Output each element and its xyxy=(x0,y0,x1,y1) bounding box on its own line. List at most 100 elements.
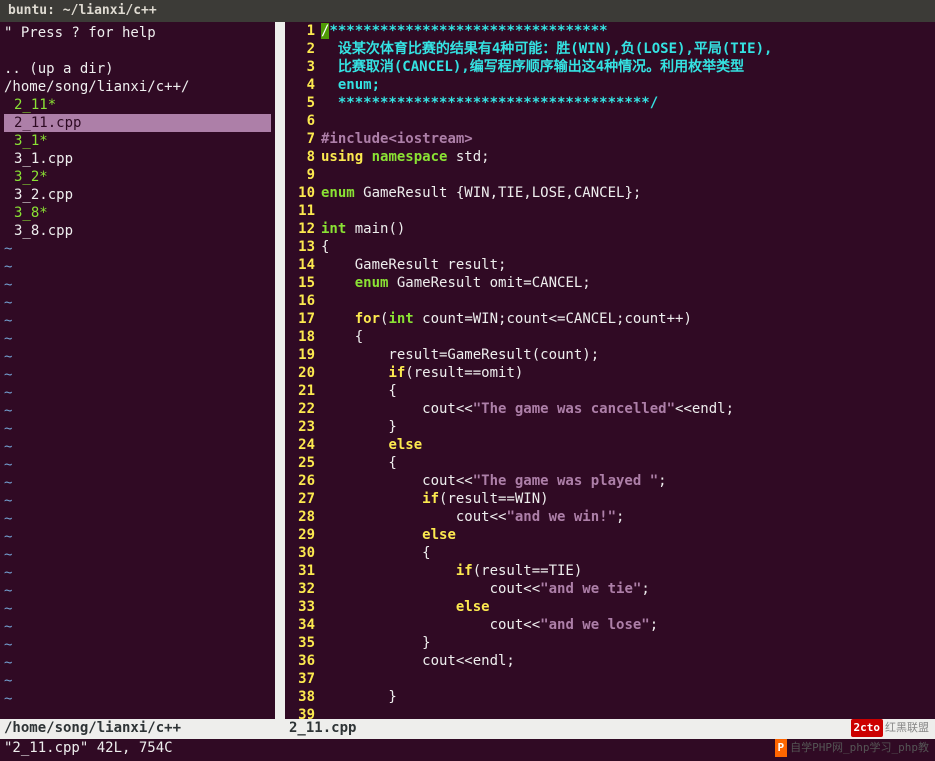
tilde-lines: ~~~~~~~~~~~~~~~~~~~~~~~~~~ xyxy=(4,240,271,708)
code-line[interactable]: cout<<"and we win!"; xyxy=(321,508,935,526)
code-line[interactable]: if(result==TIE) xyxy=(321,562,935,580)
line-number: 4 xyxy=(285,76,315,94)
line-number: 31 xyxy=(285,562,315,580)
tilde-line: ~ xyxy=(4,618,271,636)
line-number: 39 xyxy=(285,706,315,724)
code-area[interactable]: /********************************* 设某次体育… xyxy=(321,22,935,719)
code-line[interactable]: 设某次体育比赛的结果有4种可能：胜(WIN),负(LOSE),平局(TIE), xyxy=(321,40,935,58)
code-line[interactable]: else xyxy=(321,436,935,454)
code-line[interactable]: cout<<"and we tie"; xyxy=(321,580,935,598)
code-line[interactable]: result=GameResult(count); xyxy=(321,346,935,364)
line-number: 20 xyxy=(285,364,315,382)
tilde-line: ~ xyxy=(4,636,271,654)
tilde-line: ~ xyxy=(4,240,271,258)
file-item[interactable]: 3_1.cpp xyxy=(4,150,271,168)
file-item[interactable]: 3_2* xyxy=(4,168,271,186)
tilde-line: ~ xyxy=(4,600,271,618)
line-number: 10 xyxy=(285,184,315,202)
code-line[interactable]: enum; xyxy=(321,76,935,94)
code-line[interactable]: enum GameResult omit=CANCEL; xyxy=(321,274,935,292)
line-number: 8 xyxy=(285,148,315,166)
file-list: 2_11*2_11.cpp3_1*3_1.cpp3_2*3_2.cpp3_8*3… xyxy=(4,96,271,240)
tilde-line: ~ xyxy=(4,564,271,582)
code-line[interactable]: } xyxy=(321,418,935,436)
line-number: 35 xyxy=(285,634,315,652)
line-number: 27 xyxy=(285,490,315,508)
code-line[interactable]: { xyxy=(321,238,935,256)
tilde-line: ~ xyxy=(4,690,271,708)
code-line[interactable]: cout<<endl; xyxy=(321,652,935,670)
status-left: /home/song/lianxi/c++ xyxy=(0,719,285,739)
code-line[interactable]: { xyxy=(321,544,935,562)
code-line[interactable]: GameResult result; xyxy=(321,256,935,274)
code-line[interactable]: { xyxy=(321,454,935,472)
file-item[interactable]: 3_2.cpp xyxy=(4,186,271,204)
file-item[interactable]: 3_1* xyxy=(4,132,271,150)
code-line[interactable]: cout<<"The game was cancelled"<<endl; xyxy=(321,400,935,418)
code-line[interactable]: { xyxy=(321,382,935,400)
tilde-line: ~ xyxy=(4,420,271,438)
tilde-line: ~ xyxy=(4,528,271,546)
code-line[interactable] xyxy=(321,706,935,724)
editor-pane[interactable]: 1234567891011121314151617181920212223242… xyxy=(285,22,935,719)
line-number: 24 xyxy=(285,436,315,454)
tilde-line: ~ xyxy=(4,510,271,528)
file-item[interactable]: 2_11* xyxy=(4,96,271,114)
code-line[interactable]: enum GameResult {WIN,TIE,LOSE,CANCEL}; xyxy=(321,184,935,202)
line-number: 12 xyxy=(285,220,315,238)
file-item[interactable]: 2_11.cpp xyxy=(4,114,271,132)
pane-divider[interactable] xyxy=(275,22,285,719)
tilde-line: ~ xyxy=(4,492,271,510)
help-hint: " Press ? for help xyxy=(4,24,271,42)
line-number: 23 xyxy=(285,418,315,436)
line-number: 6 xyxy=(285,112,315,130)
tilde-line: ~ xyxy=(4,348,271,366)
code-line[interactable] xyxy=(321,670,935,688)
code-line[interactable] xyxy=(321,112,935,130)
code-line[interactable]: else xyxy=(321,598,935,616)
tilde-line: ~ xyxy=(4,402,271,420)
tilde-line: ~ xyxy=(4,546,271,564)
tilde-line: ~ xyxy=(4,312,271,330)
code-line[interactable]: #include<iostream> xyxy=(321,130,935,148)
current-path: /home/song/lianxi/c++/ xyxy=(4,78,271,96)
file-item[interactable]: 3_8* xyxy=(4,204,271,222)
line-number: 3 xyxy=(285,58,315,76)
line-number: 30 xyxy=(285,544,315,562)
line-number: 13 xyxy=(285,238,315,256)
code-line[interactable]: cout<<"The game was played "; xyxy=(321,472,935,490)
line-number: 26 xyxy=(285,472,315,490)
code-line[interactable]: *************************************/ xyxy=(321,94,935,112)
code-line[interactable]: { xyxy=(321,328,935,346)
code-line[interactable]: /********************************* xyxy=(321,22,935,40)
line-number: 5 xyxy=(285,94,315,112)
code-line[interactable]: 比赛取消(CANCEL),编写程序顺序输出这4种情况。利用枚举类型 xyxy=(321,58,935,76)
code-line[interactable] xyxy=(321,166,935,184)
line-number: 28 xyxy=(285,508,315,526)
line-number: 21 xyxy=(285,382,315,400)
code-line[interactable]: using namespace std; xyxy=(321,148,935,166)
line-number: 9 xyxy=(285,166,315,184)
line-number: 11 xyxy=(285,202,315,220)
line-number: 36 xyxy=(285,652,315,670)
code-line[interactable]: for(int count=WIN;count<=CANCEL;count++) xyxy=(321,310,935,328)
tilde-line: ~ xyxy=(4,456,271,474)
line-number: 16 xyxy=(285,292,315,310)
code-line[interactable]: } xyxy=(321,688,935,706)
line-number: 15 xyxy=(285,274,315,292)
file-item[interactable]: 3_8.cpp xyxy=(4,222,271,240)
code-line[interactable] xyxy=(321,202,935,220)
code-line[interactable]: else xyxy=(321,526,935,544)
code-line[interactable] xyxy=(321,292,935,310)
code-line[interactable]: int main() xyxy=(321,220,935,238)
tilde-line: ~ xyxy=(4,366,271,384)
code-line[interactable]: if(result==omit) xyxy=(321,364,935,382)
code-line[interactable]: cout<<"and we lose"; xyxy=(321,616,935,634)
nerdtree-sidebar[interactable]: " Press ? for help .. (up a dir) /home/s… xyxy=(0,22,275,719)
watermark2-logo: P xyxy=(775,739,788,757)
code-line[interactable]: if(result==WIN) xyxy=(321,490,935,508)
tilde-line: ~ xyxy=(4,330,271,348)
code-line[interactable]: } xyxy=(321,634,935,652)
line-number: 25 xyxy=(285,454,315,472)
updir[interactable]: .. (up a dir) xyxy=(4,60,271,78)
